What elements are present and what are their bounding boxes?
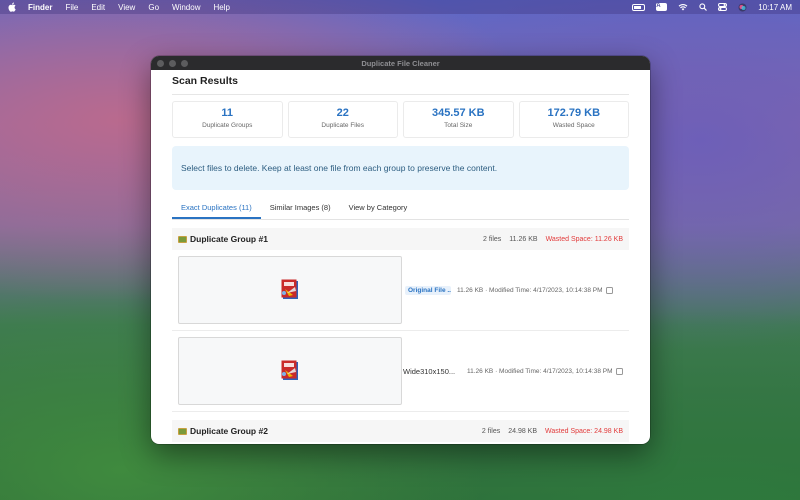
stat-duplicate-groups: 11 Duplicate Groups — [172, 101, 283, 138]
input-source-icon[interactable]: A — [656, 3, 668, 11]
file-meta: 11.26 KB · Modified Time: 4/17/2023, 10:… — [467, 367, 613, 375]
stat-wasted-space: 172.79 KB Wasted Space — [518, 101, 629, 138]
stats-row: 11 Duplicate Groups 22 Duplicate Files 3… — [172, 101, 629, 138]
scan-results-title: Scan Results — [172, 75, 629, 95]
tab-view-by-category[interactable]: View by Category — [340, 201, 417, 219]
stat-label: Total Size — [444, 122, 473, 129]
group-meta: 2 files 24.98 KB Wasted Space: 24.98 KB — [482, 428, 623, 435]
menu-clock[interactable]: 10:17 AM — [758, 3, 792, 12]
file-name: Wide310x150... — [403, 366, 456, 376]
stat-duplicate-files: 22 Duplicate Files — [287, 101, 398, 138]
pdf-file-icon — [281, 360, 298, 380]
menu-bar: Finder File Edit View Go Window Help A 1… — [0, 0, 800, 14]
folder-icon — [178, 427, 187, 435]
stat-value: 11 — [221, 107, 234, 119]
stat-label: Duplicate Files — [321, 122, 365, 129]
stat-label: Duplicate Groups — [202, 122, 253, 129]
menu-app-finder[interactable]: Finder — [28, 3, 52, 12]
file-row: Original File ... 11.26 KB · Modified Ti… — [172, 250, 629, 331]
file-row: Wide310x150... 11.26 KB · Modified Time:… — [172, 331, 629, 412]
stat-value: 172.79 KB — [547, 107, 601, 119]
app-window: Duplicate File Cleaner Scan Results 11 D… — [151, 56, 650, 444]
apple-icon[interactable] — [8, 2, 16, 12]
stat-label: Wasted Space — [552, 122, 595, 129]
stat-value: 345.57 KB — [431, 107, 485, 119]
menu-go[interactable]: Go — [148, 3, 159, 12]
stat-total-size: 345.57 KB Total Size — [403, 101, 514, 138]
file-thumbnail[interactable] — [178, 337, 402, 405]
search-icon[interactable] — [699, 3, 708, 11]
group-wasted-space: Wasted Space: 11.26 KB — [545, 235, 623, 243]
group-file-count: 2 files — [482, 235, 502, 243]
menu-edit[interactable]: Edit — [91, 3, 105, 12]
menu-help[interactable]: Help — [213, 3, 229, 12]
group-size: 11.26 KB — [509, 235, 538, 243]
battery-icon[interactable] — [632, 3, 646, 11]
group-wasted-space: Wasted Space: 24.98 KB — [545, 427, 623, 435]
wifi-icon[interactable] — [678, 3, 688, 11]
group-file-count: 2 files — [481, 427, 501, 435]
group-header[interactable]: Duplicate Group #1 2 files 11.26 KB Wast… — [172, 228, 629, 250]
main-content[interactable]: Scan Results 11 Duplicate Groups 22 Dupl… — [151, 70, 650, 444]
info-message: Select files to delete. Keep at least on… — [172, 146, 629, 190]
group-title: Duplicate Group #2 — [190, 426, 268, 436]
menu-view[interactable]: View — [118, 3, 135, 12]
results-tabs: Exact Duplicates (11) Similar Images (8)… — [172, 201, 629, 220]
siri-icon[interactable] — [738, 3, 747, 12]
group-title: Duplicate Group #1 — [190, 234, 268, 244]
stat-value: 22 — [336, 107, 349, 119]
menu-window[interactable]: Window — [172, 3, 200, 12]
file-name-original: Original File ... — [405, 285, 451, 295]
folder-icon — [178, 235, 187, 243]
pdf-file-icon — [281, 279, 298, 299]
group-meta: 2 files 11.26 KB Wasted Space: 11.26 KB — [483, 236, 623, 243]
tab-similar-images[interactable]: Similar Images (8) — [261, 201, 340, 219]
window-title: Duplicate File Cleaner — [361, 58, 440, 68]
menu-file[interactable]: File — [65, 3, 78, 12]
group-header[interactable]: Duplicate Group #2 2 files 24.98 KB Wast… — [172, 420, 629, 442]
file-thumbnail[interactable] — [178, 256, 402, 324]
group-size: 24.98 KB — [508, 427, 538, 435]
select-file-checkbox[interactable] — [605, 286, 613, 294]
title-bar[interactable]: Duplicate File Cleaner — [151, 56, 650, 70]
control-center-icon[interactable] — [718, 3, 728, 11]
tab-exact-duplicates[interactable]: Exact Duplicates (11) — [172, 201, 261, 219]
file-meta: 11.26 KB · Modified Time: 4/17/2023, 10:… — [457, 286, 603, 294]
select-file-checkbox[interactable] — [615, 367, 623, 375]
